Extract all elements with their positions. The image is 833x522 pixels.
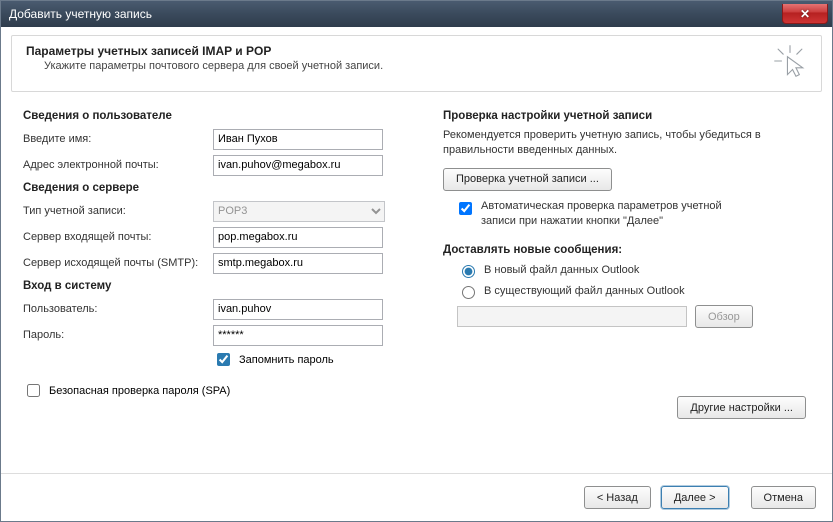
remember-password-row: Запомнить пароль	[213, 350, 403, 369]
remember-password-label: Запомнить пароль	[239, 354, 334, 366]
next-button[interactable]: Далее >	[661, 486, 729, 509]
test-settings-description: Рекомендуется проверить учетную запись, …	[443, 128, 812, 158]
deliver-new-label: В новый файл данных Outlook	[484, 264, 639, 276]
footer: < Назад Далее > Отмена	[1, 473, 832, 521]
name-row: Введите имя:	[23, 128, 403, 150]
auto-test-label: Автоматическая проверка параметров учетн…	[481, 199, 741, 229]
name-input[interactable]	[213, 129, 383, 150]
left-column: Сведения о пользователе Введите имя: Адр…	[23, 104, 403, 465]
incoming-label: Сервер входящей почты:	[23, 231, 213, 243]
incoming-row: Сервер входящей почты:	[23, 226, 403, 248]
back-button[interactable]: < Назад	[584, 486, 651, 509]
password-input[interactable]	[213, 325, 383, 346]
existing-file-row: Обзор	[457, 305, 812, 328]
password-label: Пароль:	[23, 329, 213, 341]
content: Сведения о пользователе Введите имя: Адр…	[1, 92, 832, 473]
email-label: Адрес электронной почты:	[23, 159, 213, 171]
deliver-existing-label: В существующий файл данных Outlook	[484, 285, 685, 297]
header-panel: Параметры учетных записей IMAP и POP Ука…	[11, 35, 822, 92]
login-title: Вход в систему	[23, 280, 403, 292]
deliver-title: Доставлять новые сообщения:	[443, 244, 812, 256]
dialog-window: Добавить учетную запись ✕ Параметры учет…	[0, 0, 833, 522]
outgoing-label: Сервер исходящей почты (SMTP):	[23, 257, 213, 269]
test-account-button[interactable]: Проверка учетной записи ...	[443, 168, 612, 191]
username-input[interactable]	[213, 299, 383, 320]
cursor-click-icon	[773, 44, 807, 81]
username-label: Пользователь:	[23, 303, 213, 315]
server-info-title: Сведения о сервере	[23, 182, 403, 194]
account-type-row: Тип учетной записи: POP3	[23, 200, 403, 222]
deliver-new-row: В новый файл данных Outlook	[457, 262, 812, 278]
username-row: Пользователь:	[23, 298, 403, 320]
close-icon: ✕	[800, 7, 810, 21]
titlebar: Добавить учетную запись ✕	[1, 1, 832, 27]
browse-button: Обзор	[695, 305, 753, 328]
deliver-existing-radio[interactable]	[462, 286, 475, 299]
email-input[interactable]	[213, 155, 383, 176]
test-settings-title: Проверка настройки учетной записи	[443, 110, 812, 122]
deliver-existing-row: В существующий файл данных Outlook	[457, 283, 812, 299]
close-button[interactable]: ✕	[782, 4, 828, 24]
account-type-select: POP3	[213, 201, 385, 222]
spa-label: Безопасная проверка пароля (SPA)	[49, 385, 230, 397]
remember-password-checkbox[interactable]	[217, 353, 230, 366]
cancel-button[interactable]: Отмена	[751, 486, 816, 509]
account-type-label: Тип учетной записи:	[23, 205, 213, 217]
header-title: Параметры учетных записей IMAP и POP	[26, 44, 383, 58]
spa-row: Безопасная проверка пароля (SPA)	[23, 381, 403, 400]
deliver-new-radio[interactable]	[462, 265, 475, 278]
auto-test-checkbox[interactable]	[459, 202, 472, 215]
right-column: Проверка настройки учетной записи Рекоме…	[443, 104, 812, 465]
auto-test-row: Автоматическая проверка параметров учетн…	[455, 199, 812, 229]
spa-checkbox[interactable]	[27, 384, 40, 397]
password-row: Пароль:	[23, 324, 403, 346]
incoming-input[interactable]	[213, 227, 383, 248]
existing-file-input	[457, 306, 687, 327]
user-info-title: Сведения о пользователе	[23, 110, 403, 122]
header-subtitle: Укажите параметры почтового сервера для …	[44, 60, 383, 72]
email-row: Адрес электронной почты:	[23, 154, 403, 176]
outgoing-row: Сервер исходящей почты (SMTP):	[23, 252, 403, 274]
outgoing-input[interactable]	[213, 253, 383, 274]
name-label: Введите имя:	[23, 133, 213, 145]
window-title: Добавить учетную запись	[9, 7, 782, 21]
other-settings-button[interactable]: Другие настройки ...	[677, 396, 806, 419]
